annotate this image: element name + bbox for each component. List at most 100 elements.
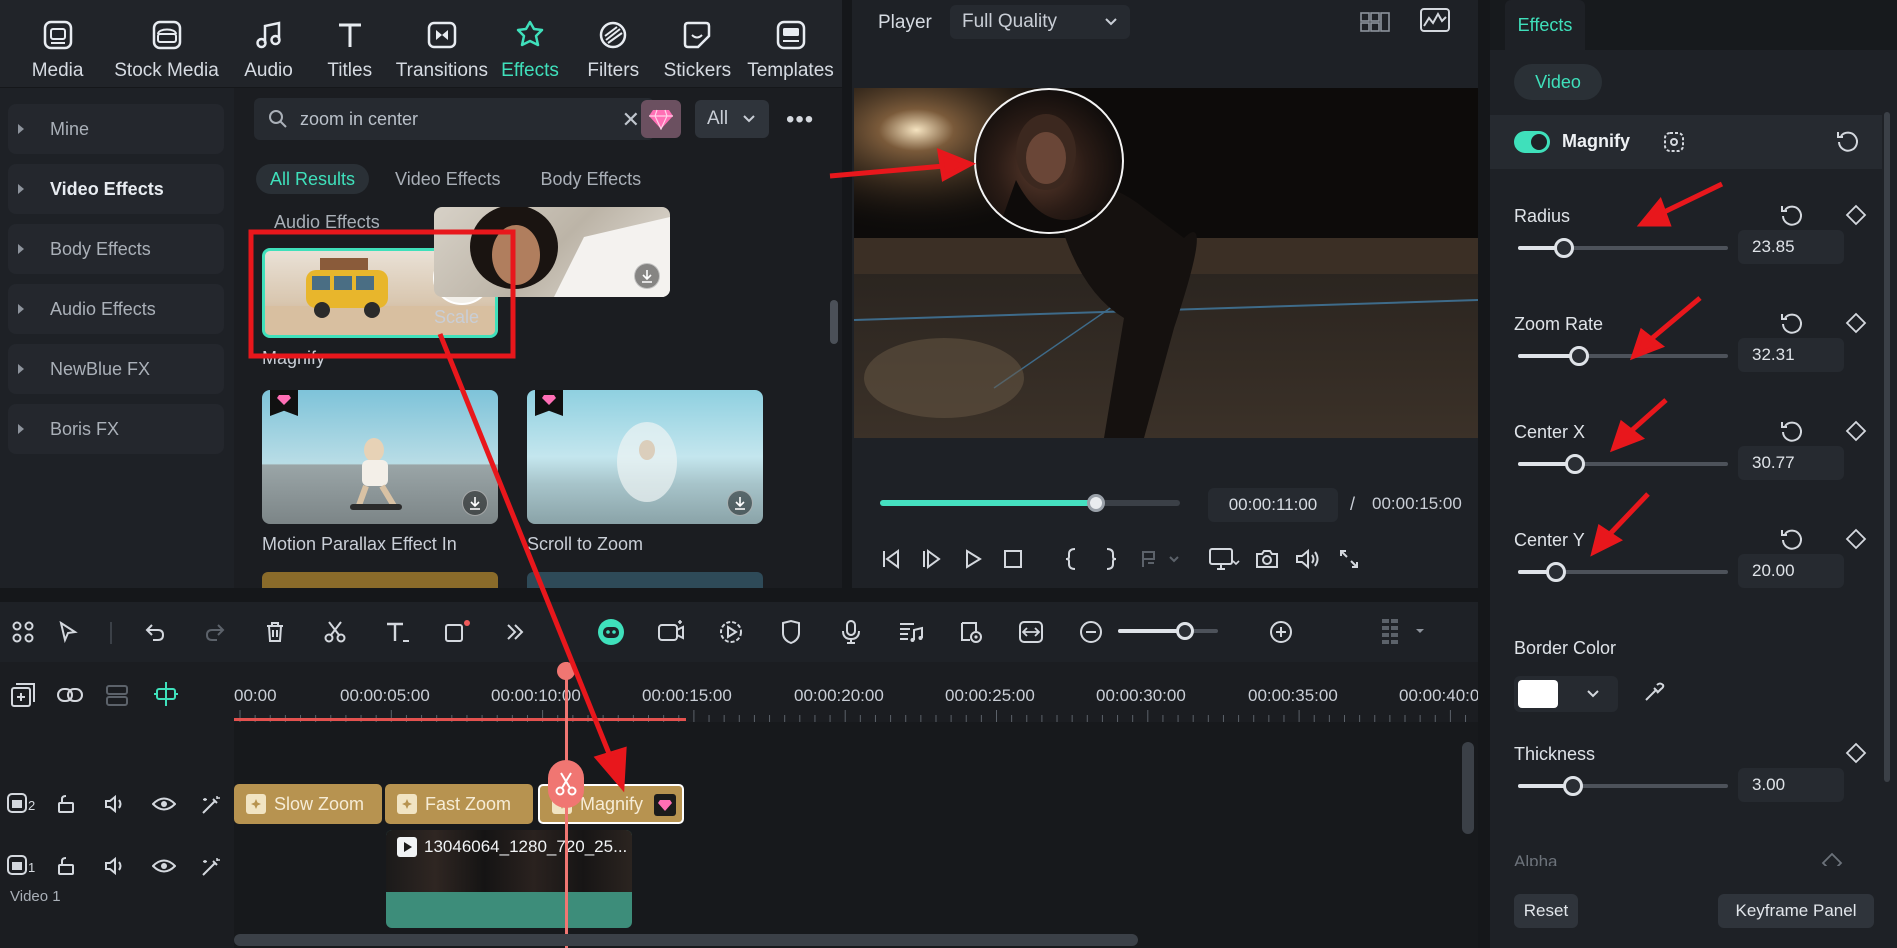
tab-video-effects[interactable]: Video Effects	[381, 164, 514, 194]
download-icon[interactable]	[634, 263, 660, 289]
select-tool-icon[interactable]	[54, 616, 84, 648]
magic-wand-icon[interactable]	[200, 794, 222, 816]
slider-handle[interactable]	[1562, 776, 1583, 796]
timeline-vertical-scrollbar[interactable]	[1462, 742, 1474, 834]
tab-audio-effects[interactable]: Audio Effects	[274, 212, 380, 228]
thickness-value[interactable]: 3.00	[1738, 768, 1844, 802]
text-tool-icon[interactable]	[380, 616, 414, 648]
current-time[interactable]: 00:00:11:00	[1208, 488, 1338, 522]
tab-audio[interactable]: Audio	[232, 0, 305, 87]
effect-card-motion-parallax[interactable]: Motion Parallax Effect In	[262, 390, 498, 555]
timeline-zoom-slider[interactable]	[1118, 622, 1218, 640]
keyframe-diamond-icon[interactable]	[1821, 852, 1843, 866]
category-audio-effects[interactable]: Audio Effects	[8, 284, 224, 334]
effect-enable-toggle[interactable]	[1514, 131, 1550, 153]
unlink-track-icon[interactable]	[104, 682, 130, 708]
category-boris-fx[interactable]: Boris FX	[8, 404, 224, 454]
reset-effect-icon[interactable]	[1835, 128, 1861, 154]
effect-clip-slow-zoom[interactable]: Slow Zoom	[234, 784, 382, 824]
mark-out-icon[interactable]	[1096, 542, 1126, 576]
tab-stock-media[interactable]: Stock Media	[101, 0, 232, 87]
center-y-slider[interactable]	[1518, 562, 1728, 582]
mark-in-icon[interactable]	[1056, 542, 1086, 576]
grid-view-icon[interactable]	[1360, 10, 1390, 34]
download-icon[interactable]	[727, 490, 753, 516]
center-x-value[interactable]: 30.77	[1738, 446, 1844, 480]
link-icon[interactable]	[56, 682, 84, 708]
category-mine[interactable]: Mine	[8, 104, 224, 154]
next-frame-icon[interactable]	[916, 542, 946, 576]
ai-video-icon[interactable]	[654, 616, 688, 648]
eyedropper-icon[interactable]	[1642, 680, 1666, 704]
premium-filter-button[interactable]	[641, 100, 681, 138]
layout-grid-icon[interactable]	[8, 616, 38, 648]
undo-icon[interactable]	[140, 616, 170, 648]
radius-slider[interactable]	[1518, 238, 1728, 258]
keyframe-diamond-icon[interactable]	[1845, 204, 1867, 226]
marker-dropdown-icon[interactable]	[1138, 542, 1186, 576]
snapshot-camera-icon[interactable]	[1252, 542, 1282, 576]
border-color-picker[interactable]	[1514, 676, 1618, 712]
zoom-rate-value[interactable]: 32.31	[1738, 338, 1844, 372]
video-clip[interactable]: 13046064_1280_720_25...	[386, 830, 632, 928]
video-pill[interactable]: Video	[1514, 64, 1602, 100]
playhead-handle[interactable]	[557, 662, 575, 680]
center-y-value[interactable]: 20.00	[1738, 554, 1844, 588]
reset-icon[interactable]	[1779, 418, 1805, 444]
speaker-icon[interactable]	[104, 794, 126, 814]
delete-icon[interactable]	[260, 616, 290, 648]
track-layout-icon[interactable]	[1374, 616, 1434, 648]
display-settings-icon[interactable]	[1206, 542, 1242, 576]
reset-button[interactable]: Reset	[1514, 894, 1578, 928]
progress-handle[interactable]	[1087, 494, 1105, 512]
tab-templates[interactable]: Templates	[739, 0, 842, 87]
slider-handle[interactable]	[1554, 238, 1575, 258]
add-track-icon[interactable]	[10, 682, 36, 708]
tab-stickers[interactable]: Stickers	[656, 0, 739, 87]
speed-icon[interactable]	[716, 616, 746, 648]
tab-titles[interactable]: Titles	[305, 0, 394, 87]
more-options-icon[interactable]: •••	[786, 106, 814, 134]
slider-handle[interactable]	[1564, 454, 1585, 474]
more-tools-icon[interactable]	[500, 616, 530, 648]
video-preview[interactable]	[854, 88, 1478, 438]
audio-text-icon[interactable]	[896, 616, 926, 648]
magic-wand-icon[interactable]	[200, 856, 222, 878]
keyframe-panel-button[interactable]: Keyframe Panel	[1718, 894, 1874, 928]
prev-frame-icon[interactable]	[876, 542, 906, 576]
quality-dropdown[interactable]: Full Quality	[950, 5, 1130, 39]
keyframe-diamond-icon[interactable]	[1845, 742, 1867, 764]
mask-icon[interactable]	[1662, 130, 1686, 154]
reset-icon[interactable]	[1779, 310, 1805, 336]
tab-filters[interactable]: Filters	[571, 0, 656, 87]
timeline-horizontal-scrollbar[interactable]	[234, 934, 1138, 946]
eye-icon[interactable]	[152, 796, 176, 812]
tab-effects-properties[interactable]: Effects	[1505, 0, 1585, 50]
clip-settings-icon[interactable]	[956, 616, 986, 648]
download-icon[interactable]	[462, 490, 488, 516]
speaker-icon[interactable]	[104, 856, 126, 876]
stop-icon[interactable]	[998, 542, 1028, 576]
reset-icon[interactable]	[1779, 202, 1805, 228]
search-input[interactable]	[300, 108, 600, 130]
radius-value[interactable]: 23.85	[1738, 230, 1844, 264]
effect-card-scale[interactable]: Scale	[434, 207, 670, 328]
library-scrollbar[interactable]	[830, 300, 838, 344]
search-box[interactable]: ✕	[254, 98, 654, 140]
zoom-out-icon[interactable]	[1076, 616, 1106, 648]
slider-handle[interactable]	[1176, 622, 1194, 640]
keyframe-diamond-icon[interactable]	[1845, 528, 1867, 550]
category-video-effects[interactable]: Video Effects	[8, 164, 224, 214]
thickness-slider[interactable]	[1518, 776, 1728, 796]
zoom-rate-slider[interactable]	[1518, 346, 1728, 366]
center-x-slider[interactable]	[1518, 454, 1728, 474]
tab-media[interactable]: Media	[14, 0, 101, 87]
ai-copilot-icon[interactable]	[594, 616, 628, 648]
volume-icon[interactable]	[1292, 542, 1322, 576]
tab-all-results[interactable]: All Results	[256, 164, 370, 194]
tab-body-effects[interactable]: Body Effects	[526, 164, 655, 194]
playback-progress[interactable]	[880, 494, 1180, 512]
clear-search-icon[interactable]: ✕	[622, 107, 640, 133]
split-scissors-icon[interactable]	[548, 760, 584, 808]
keyframe-diamond-icon[interactable]	[1845, 312, 1867, 334]
